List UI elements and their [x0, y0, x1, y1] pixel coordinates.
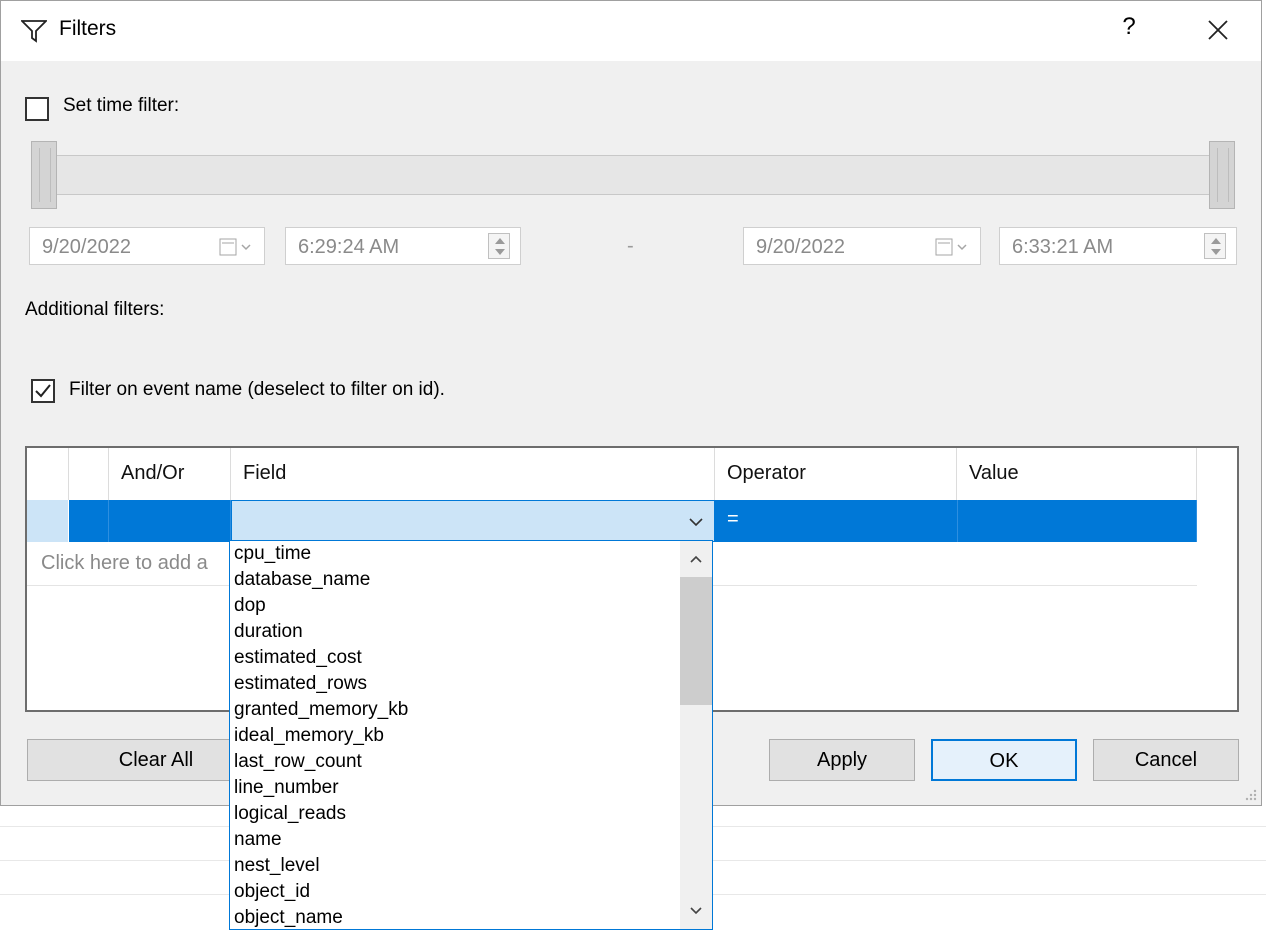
dropdown-option[interactable]: name — [234, 829, 282, 851]
start-date-picker[interactable]: 9/20/2022 — [29, 227, 265, 265]
dropdown-option[interactable]: estimated_rows — [234, 673, 367, 695]
cancel-button[interactable]: Cancel — [1093, 739, 1239, 781]
calendar-dropdown-icon[interactable] — [934, 237, 968, 257]
end-date-picker[interactable]: 9/20/2022 — [743, 227, 981, 265]
time-range-start-handle[interactable] — [31, 141, 57, 209]
end-time-input[interactable]: 6:33:21 AM — [999, 227, 1237, 265]
dropdown-option[interactable]: database_name — [234, 569, 370, 591]
spin-down-icon[interactable] — [495, 249, 505, 255]
event-name-label: Filter on event name (deselect to filter… — [69, 379, 445, 400]
start-time-spinner[interactable] — [488, 233, 510, 259]
spin-down-icon[interactable] — [1211, 249, 1221, 255]
column-header-field[interactable]: Field — [231, 448, 715, 500]
window-title: Filters — [59, 17, 117, 40]
dropdown-option[interactable]: estimated_cost — [234, 647, 362, 669]
dropdown-option[interactable]: granted_memory_kb — [234, 699, 408, 721]
value-cell[interactable] — [957, 500, 1197, 542]
operator-cell[interactable]: = — [727, 508, 739, 531]
field-dropdown-list[interactable]: cpu_time database_namedop duration estimate… — [229, 540, 713, 930]
and-or-cell[interactable] — [109, 500, 231, 542]
column-header-and-or[interactable]: And/Or — [109, 448, 231, 500]
dropdown-option[interactable]: ideal_memory_kb — [234, 725, 384, 747]
close-icon[interactable] — [1201, 13, 1235, 47]
scroll-up-icon[interactable] — [688, 551, 704, 567]
dropdown-option[interactable]: dop — [234, 595, 266, 617]
title-bar: Filters ? — [1, 1, 1261, 61]
dropdown-option[interactable]: object_name — [234, 907, 343, 929]
row-header-cell — [27, 448, 69, 500]
start-date-value: 9/20/2022 — [42, 236, 131, 258]
time-range-track[interactable] — [31, 155, 1231, 195]
dropdown-option[interactable]: duration — [234, 621, 303, 643]
dropdown-option[interactable]: line_number — [234, 777, 339, 799]
filter-icon — [21, 20, 47, 43]
dropdown-option[interactable]: cpu_time — [234, 543, 311, 565]
start-time-input[interactable]: 6:29:24 AM — [285, 227, 521, 265]
grid-header: And/Or Field Operator Value — [27, 448, 1197, 500]
checkmark-icon — [35, 384, 51, 398]
field-combobox[interactable] — [231, 500, 715, 542]
resize-grip-icon[interactable] — [1243, 787, 1257, 801]
scroll-down-icon[interactable] — [688, 903, 704, 919]
time-range-end-handle[interactable] — [1209, 141, 1235, 209]
help-button[interactable]: ? — [1117, 13, 1141, 41]
table-row[interactable]: = — [27, 500, 1197, 542]
ok-button[interactable]: OK — [931, 739, 1077, 781]
apply-button[interactable]: Apply — [769, 739, 915, 781]
event-name-checkbox[interactable] — [31, 379, 55, 403]
chevron-down-icon[interactable] — [686, 512, 706, 532]
dropdown-option[interactable]: last_row_count — [234, 751, 362, 773]
row-selector[interactable] — [27, 500, 69, 542]
range-separator: - — [627, 235, 634, 257]
end-time-value: 6:33:21 AM — [1012, 236, 1114, 258]
spin-up-icon[interactable] — [495, 238, 505, 244]
time-filter-checkbox[interactable] — [25, 97, 49, 121]
dropdown-option[interactable]: nest_level — [234, 855, 320, 877]
blank-cell[interactable] — [69, 500, 109, 542]
time-filter-label: Set time filter: — [63, 95, 180, 116]
column-header-blank — [69, 448, 109, 500]
column-header-value[interactable]: Value — [957, 448, 1197, 500]
scroll-thumb[interactable] — [680, 577, 712, 705]
column-header-operator[interactable]: Operator — [715, 448, 957, 500]
spin-up-icon[interactable] — [1211, 238, 1221, 244]
start-time-value: 6:29:24 AM — [298, 236, 400, 258]
calendar-dropdown-icon[interactable] — [218, 237, 252, 257]
end-time-spinner[interactable] — [1204, 233, 1226, 259]
dropdown-option[interactable]: logical_reads — [234, 803, 346, 825]
dropdown-scrollbar[interactable] — [680, 541, 712, 929]
additional-filters-label: Additional filters: — [25, 299, 165, 320]
end-date-value: 9/20/2022 — [756, 236, 845, 258]
dropdown-option[interactable]: object_id — [234, 881, 310, 903]
